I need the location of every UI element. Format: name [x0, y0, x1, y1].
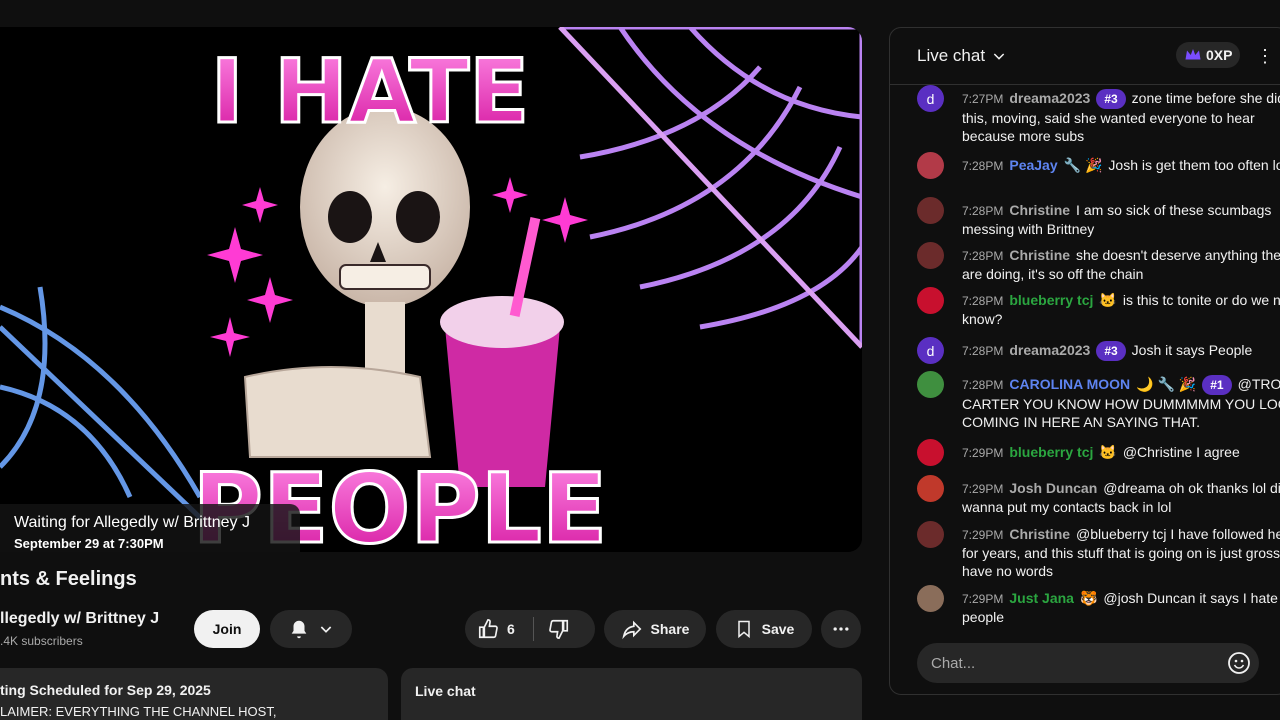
bell-icon	[291, 620, 307, 639]
chevron-down-icon[interactable]	[991, 48, 1007, 64]
thumbs-down-icon[interactable]	[548, 618, 570, 640]
more-horizontal-icon	[833, 627, 849, 631]
member-rank-badge: #3	[1096, 341, 1126, 361]
subscriber-count: .4K subscribers	[0, 634, 83, 648]
live-chat-preview-title: Live chat	[415, 683, 476, 699]
author-badges: 🔧 🎉	[1063, 157, 1103, 173]
message-author[interactable]: Josh Duncan	[1009, 480, 1097, 496]
message-text: Josh is get them too often lol	[1108, 157, 1280, 173]
member-rank-badge: #1	[1202, 375, 1232, 395]
youtube-watch-page: I HATE PEOPLE Waiting for Allegedly w/ B…	[0, 0, 1280, 720]
author-badges: 🐱	[1099, 292, 1117, 308]
avatar[interactable]	[917, 475, 944, 502]
avatar[interactable]	[917, 439, 944, 466]
message-time: 7:29PM	[962, 592, 1004, 606]
message-author[interactable]: Just Jana	[1009, 590, 1074, 606]
message-time: 7:28PM	[962, 204, 1004, 218]
message-author[interactable]: dreama2023	[1009, 90, 1090, 106]
share-button[interactable]: Share	[604, 610, 706, 648]
waiting-title: Waiting for Allegedly w/ Brittney J	[14, 514, 250, 531]
avatar[interactable]	[917, 152, 944, 179]
chat-message-body: 7:28PM dreama2023 #3 Josh it says People	[962, 341, 1280, 361]
avatar[interactable]	[917, 242, 944, 269]
message-time: 7:28PM	[962, 294, 1004, 308]
save-label: Save	[761, 621, 795, 637]
chat-message-body: 7:29PM Christine @blueberry tcj I have fol…	[962, 525, 1280, 580]
message-author[interactable]: Christine	[1009, 202, 1070, 218]
chat-message-body: 7:27PM dreama2023 #3 zone time before she d…	[962, 89, 1280, 145]
chat-input[interactable]: Chat...	[917, 643, 1259, 683]
message-time: 7:27PM	[962, 92, 1004, 106]
chat-header: Live chat 0XP ⋮	[890, 28, 1280, 85]
chevron-down-icon	[320, 626, 332, 633]
more-vert-icon[interactable]: ⋮	[1256, 46, 1274, 67]
like-count: 6	[507, 621, 515, 637]
live-chat-panel: Live chat 0XP ⋮ d 7:27PM dreama2023 #3 zone …	[889, 27, 1280, 695]
waiting-overlay: Waiting for Allegedly w/ Brittney J Sept…	[0, 504, 300, 552]
message-time: 7:29PM	[962, 528, 1004, 542]
author-badges: 🌙 🔧 🎉	[1136, 376, 1197, 392]
chat-message-body: 7:28PM blueberry tcj 🐱 is this tc tonite or…	[962, 291, 1280, 328]
chat-message-body: 7:28PM Christine I am so sick of these scu…	[962, 201, 1280, 238]
avatar[interactable]	[917, 287, 944, 314]
message-text: @Christine I agree	[1122, 444, 1240, 460]
avatar[interactable]	[917, 521, 944, 548]
more-actions-button[interactable]	[821, 610, 861, 648]
crown-icon	[1185, 49, 1201, 60]
art-title-top: I HATE	[211, 40, 529, 143]
bookmark-icon	[737, 620, 750, 639]
description-text: LAIMER: EVERYTHING THE CHANNEL HOST,	[0, 704, 277, 719]
chat-mode-selector[interactable]: Live chat	[917, 46, 985, 66]
chat-message-body: 7:28PMCAROLINA MOON🌙 🔧 🎉#1@TRON CARTER Y…	[962, 375, 1280, 431]
avatar[interactable]: d	[917, 337, 944, 364]
member-rank-badge: #3	[1096, 89, 1126, 109]
avatar[interactable]	[917, 371, 944, 398]
chat-message-body: 7:28PM Christine she doesn't deserve anyth…	[962, 246, 1280, 283]
like-dislike-group: 6	[465, 610, 595, 648]
author-badges: 🐱	[1099, 444, 1117, 460]
thumbs-up-icon[interactable]	[477, 618, 499, 640]
avatar[interactable]	[917, 585, 944, 612]
description-meta: ting Scheduled for Sep 29, 2025	[0, 682, 211, 698]
emoji-icon[interactable]	[1227, 651, 1251, 675]
message-text: Josh it says People	[1131, 342, 1253, 358]
message-author[interactable]: Christine	[1009, 247, 1070, 263]
chat-message-body: 7:28PM PeaJay 🔧 🎉 Josh is get them too ofte…	[962, 156, 1280, 175]
message-time: 7:28PM	[962, 159, 1004, 173]
video-player[interactable]: I HATE PEOPLE Waiting for Allegedly w/ B…	[0, 27, 862, 552]
like-divider	[532, 617, 534, 641]
message-time: 7:29PM	[962, 482, 1004, 496]
message-author[interactable]: Christine	[1009, 526, 1070, 542]
notifications-button[interactable]	[270, 610, 352, 648]
message-time: 7:29PM	[962, 446, 1004, 460]
join-button[interactable]: Join	[194, 610, 260, 648]
message-author[interactable]: blueberry tcj	[1009, 444, 1093, 460]
chat-messages: d 7:27PM dreama2023 #3 zone time before she …	[890, 85, 1280, 630]
video-thumbnail: I HATE PEOPLE	[0, 27, 862, 552]
xp-badge[interactable]: 0XP	[1176, 42, 1241, 68]
waiting-date: September 29 at 7:30PM	[14, 536, 164, 551]
live-chat-preview[interactable]: Live chat	[401, 668, 862, 720]
message-author[interactable]: dreama2023	[1009, 342, 1090, 358]
video-title: nts & Feelings	[0, 568, 137, 590]
share-label: Share	[650, 621, 690, 637]
message-time: 7:28PM	[962, 378, 1004, 392]
message-time: 7:28PM	[962, 344, 1004, 358]
chat-input-placeholder: Chat...	[931, 654, 976, 672]
author-badges: 🐯	[1079, 590, 1098, 606]
chat-message-body: 7:29PM Just Jana 🐯 @josh Duncan it says I h…	[962, 589, 1280, 626]
save-button[interactable]: Save	[716, 610, 812, 648]
message-author[interactable]: PeaJay	[1009, 157, 1057, 173]
channel-name[interactable]: llegedly w/ Brittney J	[0, 610, 159, 628]
share-icon	[621, 620, 641, 640]
message-author[interactable]: blueberry tcj	[1009, 292, 1093, 308]
message-author[interactable]: CAROLINA MOON	[1009, 376, 1130, 392]
chat-message-body: 7:29PM Josh Duncan @dreama oh ok thanks lo…	[962, 479, 1280, 516]
avatar[interactable]	[917, 197, 944, 224]
avatar[interactable]: d	[917, 85, 944, 112]
chat-message-body: 7:29PM blueberry tcj 🐱 @Christine I agree	[962, 443, 1280, 462]
description-box[interactable]: ting Scheduled for Sep 29, 2025 LAIMER: …	[0, 668, 388, 720]
xp-value: 0XP	[1206, 47, 1233, 63]
message-time: 7:28PM	[962, 249, 1004, 263]
